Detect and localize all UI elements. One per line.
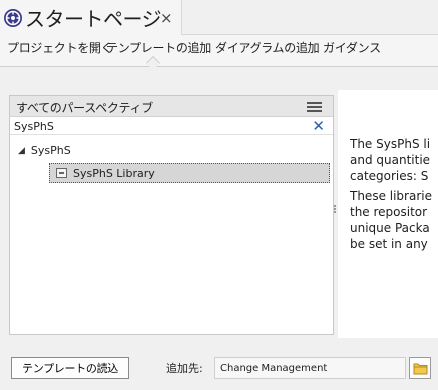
desc-line: and quantitie [350,153,431,167]
tab-title: スタートページ [25,7,162,31]
tree-item-label: SysPhS Library [73,166,155,180]
panel-header: すべてのパースペクティブ [10,96,333,117]
browse-folder-button[interactable] [409,357,431,379]
clear-filter-icon[interactable]: ✕ [312,117,325,135]
desc-line: the repositor [350,205,428,219]
desc-line: be set in any [350,237,428,251]
template-description: The SysPhS li and quantitie categories: … [338,90,438,338]
add-to-label: 追加先: [166,362,203,375]
desc-line: categories: S [350,169,429,183]
target-package-value: Change Management [220,362,328,374]
tab-add-diagram[interactable]: ダイアグラムの追加 [215,39,320,56]
target-package-field: Change Management [214,357,406,379]
folder-icon [413,363,428,375]
close-icon[interactable]: × [160,9,173,27]
tab-add-template[interactable]: テンプレートの追加 [106,39,211,56]
load-template-button[interactable]: テンプレートの読込 [11,357,129,379]
filter-input[interactable] [14,118,304,134]
start-page-tab[interactable]: スタートページ × [0,0,182,35]
desc-line: The SysPhS li [350,137,431,151]
tree-node-label: SysPhS [30,144,71,157]
perspective-panel: すべてのパースペクティブ ✕ ◢ SysPhS SysPhS Library [9,95,334,335]
subtab-bar: プロジェクトを開く テンプレートの追加 ダイアグラムの追加 ガイダンス [0,35,438,67]
menu-icon[interactable] [307,102,322,112]
panel-title: すべてのパースペクティブ [16,101,153,115]
tree-node-sysphs[interactable]: ◢ SysPhS [18,144,71,157]
desc-line: These librarie [350,189,432,203]
expand-triangle-icon[interactable]: ◢ [18,146,25,156]
tab-guidance[interactable]: ガイダンス [323,39,381,56]
desc-line: unique Packa [350,221,430,235]
tab-open-project[interactable]: プロジェクトを開く [7,39,113,56]
splitter-handle[interactable] [334,205,337,217]
package-icon [56,168,67,178]
filter-row: ✕ [10,117,333,135]
tab-strip [182,0,438,35]
start-page-icon [3,8,23,28]
tree-item-sysphs-library[interactable]: SysPhS Library [49,163,330,183]
